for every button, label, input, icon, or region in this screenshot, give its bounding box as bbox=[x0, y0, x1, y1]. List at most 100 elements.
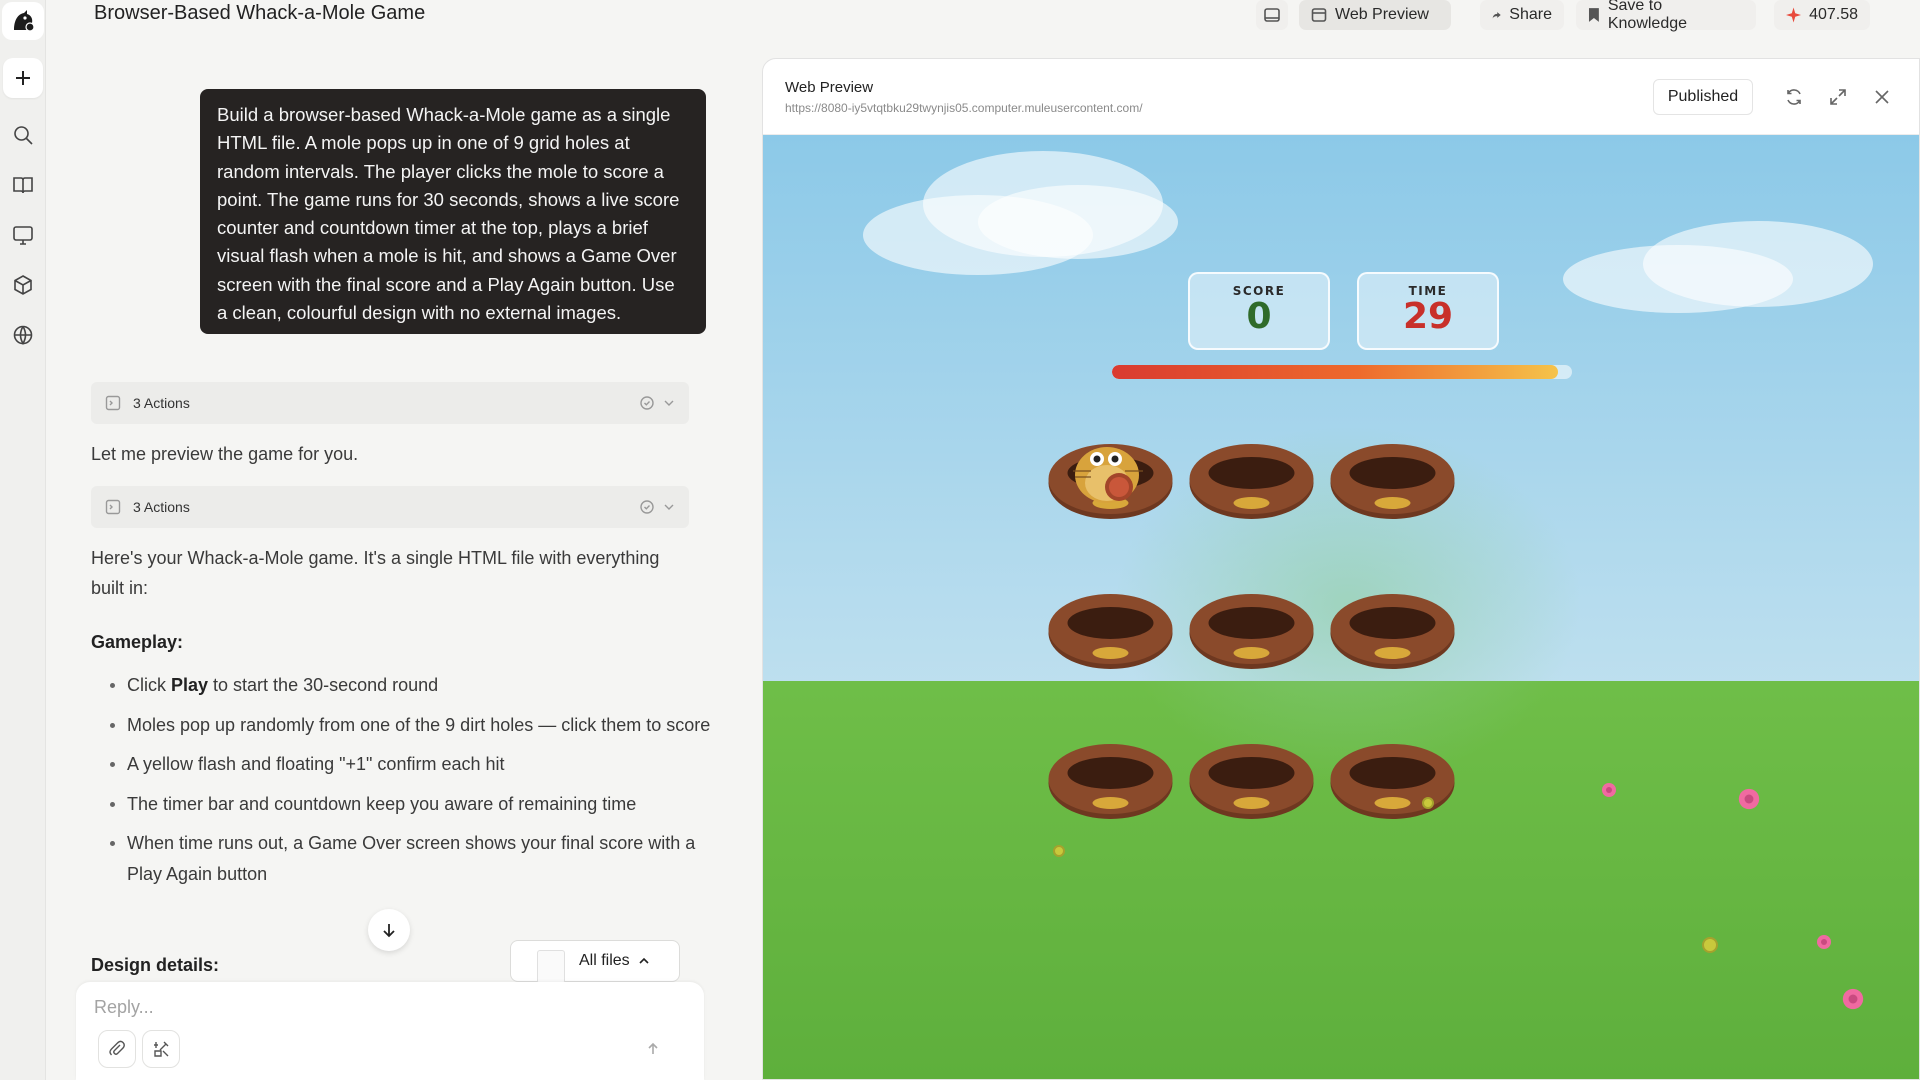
panel-layout-icon bbox=[1264, 8, 1280, 22]
sparkle-icon bbox=[1786, 7, 1802, 23]
gameplay-heading: Gameplay: bbox=[91, 632, 184, 652]
attach-button[interactable] bbox=[98, 1030, 136, 1068]
credits-badge[interactable]: 407.58 bbox=[1774, 0, 1870, 30]
pink-flower-icon bbox=[1602, 783, 1616, 797]
all-files-button[interactable]: All files bbox=[510, 940, 680, 984]
mole-hole[interactable] bbox=[1174, 585, 1329, 677]
actions-label: 3 Actions bbox=[133, 395, 190, 411]
pink-flower-icon bbox=[1842, 988, 1864, 1010]
bookmark-icon bbox=[1588, 8, 1599, 22]
reply-input[interactable] bbox=[94, 992, 654, 1022]
gameplay-bullet: When time runs out, a Game Over screen s… bbox=[91, 828, 711, 889]
monitor-icon[interactable] bbox=[8, 220, 38, 250]
share-arrow-icon bbox=[1492, 12, 1501, 19]
actions-collapsible-1[interactable]: 3 Actions bbox=[91, 382, 689, 424]
browser-window-icon bbox=[1311, 8, 1327, 22]
mascot-logo-icon[interactable] bbox=[1, 2, 44, 40]
cloud bbox=[1643, 221, 1873, 307]
assistant-preview-text: Let me preview the game for you. bbox=[91, 444, 359, 464]
bullet-text: Moles pop up randomly from one of the 9 … bbox=[127, 714, 711, 735]
check-circle-icon bbox=[640, 396, 654, 410]
chevron-up-icon bbox=[639, 957, 649, 964]
web-preview-panel: Web Preview https://8080-iy5vtqtbku29twy… bbox=[762, 58, 1920, 1080]
preview-url[interactable]: https://8080-iy5vtqtbku29twynjis05.compu… bbox=[785, 101, 1143, 115]
mole-hole[interactable] bbox=[1174, 435, 1329, 527]
mole-hole[interactable] bbox=[1315, 585, 1470, 677]
mole-hole[interactable] bbox=[1174, 735, 1329, 827]
gameplay-bullet: A yellow flash and floating "+1" confirm… bbox=[91, 749, 711, 780]
expand-icon[interactable] bbox=[1827, 86, 1849, 108]
mole-hole-active[interactable] bbox=[1033, 435, 1188, 527]
whack-a-mole-game: SCORE 0 TIME 29 bbox=[763, 135, 1919, 1079]
bullet-text: Click bbox=[127, 675, 171, 695]
actions-collapsible-2[interactable]: 3 Actions bbox=[91, 486, 689, 528]
book-icon[interactable] bbox=[8, 170, 38, 200]
tools-button[interactable] bbox=[142, 1030, 180, 1068]
score-panel: SCORE 0 bbox=[1188, 272, 1330, 350]
time-panel: TIME 29 bbox=[1357, 272, 1499, 350]
gameplay-bullet: Moles pop up randomly from one of the 9 … bbox=[91, 710, 711, 741]
new-chat-button[interactable] bbox=[2, 58, 43, 98]
plus-icon bbox=[15, 71, 30, 85]
user-message: Build a browser-based Whack-a-Mole game … bbox=[200, 89, 706, 334]
chat-panel: Build a browser-based Whack-a-Mole game … bbox=[46, 48, 762, 1080]
bullet-text: A yellow flash and floating "+1" confirm… bbox=[127, 754, 505, 774]
tools-icon bbox=[154, 1041, 169, 1057]
page-title: Browser-Based Whack-a-Mole Game bbox=[94, 2, 426, 24]
credits-value: 407.58 bbox=[1809, 6, 1858, 23]
score-value: 0 bbox=[1246, 296, 1272, 337]
web-preview-label: Web Preview bbox=[1335, 6, 1429, 23]
time-value: 29 bbox=[1402, 296, 1454, 337]
bullet-text: to start the 30-second round bbox=[208, 675, 439, 695]
close-icon[interactable] bbox=[1871, 86, 1893, 108]
actions-label: 3 Actions bbox=[133, 499, 190, 515]
arrow-up-icon bbox=[648, 1042, 658, 1054]
gameplay-bullet: Click Play to start the 30-second round bbox=[91, 670, 711, 701]
web-preview-tab[interactable]: Web Preview bbox=[1299, 0, 1451, 30]
actions-icon bbox=[105, 395, 121, 411]
grass-flower-dot bbox=[1702, 937, 1718, 953]
save-to-knowledge-button[interactable]: Save to Knowledge bbox=[1576, 0, 1756, 32]
assistant-intro-text: Here's your Whack-a-Mole game. It's a si… bbox=[91, 548, 660, 598]
cloud bbox=[978, 185, 1178, 259]
grass-flower-dot bbox=[1422, 797, 1434, 809]
layout-toggle-button[interactable] bbox=[1256, 0, 1288, 30]
share-button[interactable]: Share bbox=[1480, 0, 1564, 30]
design-details-heading: Design details: bbox=[91, 955, 220, 975]
preview-title: Web Preview bbox=[785, 79, 874, 96]
bullet-bold-text: Play bbox=[171, 675, 209, 695]
share-label: Share bbox=[1509, 6, 1552, 23]
reply-composer bbox=[76, 982, 704, 1080]
chevron-down-icon bbox=[664, 400, 674, 406]
mole-hole[interactable] bbox=[1033, 585, 1188, 677]
mole-hole[interactable] bbox=[1033, 735, 1188, 827]
grass-flower-dot bbox=[1053, 845, 1065, 857]
mole-hole[interactable] bbox=[1315, 735, 1470, 827]
gameplay-bullet-list: Click Play to start the 30-second round M… bbox=[91, 670, 711, 898]
save-label: Save to Knowledge bbox=[1607, 0, 1688, 32]
bullet-text: The timer bar and countdown keep you awa… bbox=[127, 793, 637, 814]
cube-icon[interactable] bbox=[8, 270, 38, 300]
mole-hole[interactable] bbox=[1315, 435, 1470, 527]
actions-icon bbox=[105, 499, 121, 515]
left-rail bbox=[0, 0, 46, 1080]
send-button[interactable] bbox=[636, 1032, 670, 1066]
top-bar: Browser-Based Whack-a-Mole Game Web Prev… bbox=[46, 0, 1920, 48]
search-icon[interactable] bbox=[8, 120, 38, 150]
preview-header: Web Preview https://8080-iy5vtqtbku29twy… bbox=[763, 59, 1919, 135]
check-circle-icon bbox=[640, 500, 654, 514]
file-thumbnail-icon bbox=[537, 950, 565, 984]
published-button[interactable]: Published bbox=[1653, 79, 1753, 115]
chevron-down-icon bbox=[664, 504, 674, 510]
scroll-to-bottom-button[interactable] bbox=[368, 909, 410, 951]
refresh-icon[interactable] bbox=[1783, 86, 1805, 108]
arrow-down-icon bbox=[383, 924, 395, 938]
time-progress-fill bbox=[1112, 365, 1559, 379]
bullet-text: When time runs out, a Game Over screen s… bbox=[127, 833, 696, 884]
globe-icon[interactable] bbox=[8, 320, 38, 350]
pink-flower-icon bbox=[1817, 935, 1831, 949]
time-progress-bar bbox=[1112, 365, 1572, 379]
pink-flower-icon bbox=[1738, 788, 1760, 810]
paperclip-icon bbox=[109, 1040, 125, 1056]
all-files-label: All files bbox=[579, 952, 630, 969]
